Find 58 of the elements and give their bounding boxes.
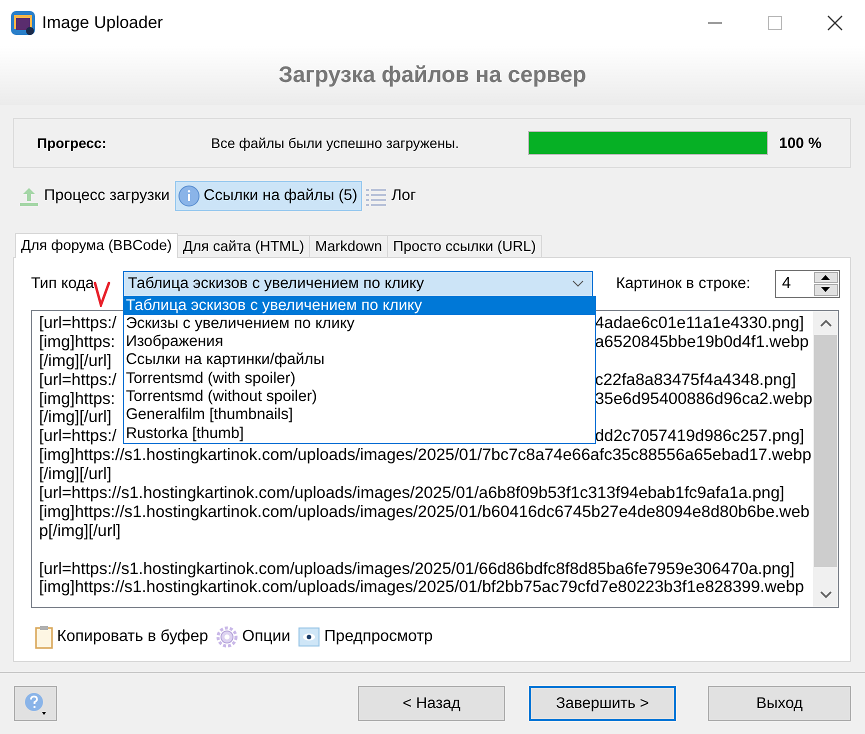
dropdown-option[interactable]: Rustorka [thumb]: [124, 424, 595, 443]
upload-icon: [18, 185, 40, 207]
action-link[interactable]: Копировать в буфер: [35, 625, 208, 649]
per-row-label: Картинок в строке:: [616, 274, 752, 292]
status-message: Все файлы были успешно загружены.: [211, 135, 460, 151]
code-line: [url=https://s1.hostingkartinok.com/uploads/images/2025/01/66d86bdfc8f8d85ba6fe7959e306470a.png]: [39, 560, 794, 578]
code-line: [img]https://s1.hostingkartinok.com/uploads/images/2025/01/7bc7c8a74e66afc35c88556a65ebad17.webp: [39, 446, 812, 466]
code-type-label: Тип кода: [31, 274, 93, 292]
code-line: 4adae6c01e11a1e4330.png]: [595, 314, 804, 333]
scrollbar[interactable]: [813, 311, 838, 607]
chevron-down-icon: [572, 280, 584, 288]
code-line: [url=https:/: [39, 314, 118, 333]
check-mark-icon: [93, 280, 111, 306]
code-line: a6520845bbe19b0d4f1.webp: [595, 332, 809, 352]
format-tab[interactable]: Просто ссылки (URL): [387, 235, 542, 257]
code-line: 35e6d95400886d96ca2.webp: [595, 390, 812, 408]
dropdown-option[interactable]: Изображения: [124, 333, 595, 352]
action-link[interactable]: Опции: [216, 625, 290, 649]
help-icon: [24, 692, 48, 716]
code-line: [url=https:/: [39, 370, 118, 390]
action-link[interactable]: Предпросмотр: [298, 625, 433, 649]
dropdown-option[interactable]: Generalfilm [thumbnails]: [124, 406, 595, 425]
gear-icon: [216, 626, 238, 648]
code-line: [url=https://s1.hostingkartinok.com/uploads/images/2025/01/a6b8f09b53f1c313f94ebab1fc9afa1a.png]: [39, 484, 784, 503]
code-line: [/img][/url]: [39, 465, 112, 484]
chevron-down-icon: [820, 591, 832, 599]
dropdown-option[interactable]: Ссылки на картинки/файлы: [124, 351, 595, 370]
format-tab[interactable]: Для форума (BBCode): [15, 233, 178, 258]
page-title: Загрузка файлов на сервер: [278, 62, 586, 88]
window-title: Image Uploader: [42, 12, 164, 32]
close-icon[interactable]: [827, 14, 843, 30]
info-icon: [178, 185, 200, 207]
code-line: p[/img][/url]: [39, 522, 121, 541]
view-tab[interactable]: Процесс загрузки: [15, 181, 175, 211]
code-line: [img]https://s1.hostingkartinok.com/uploads/images/2025/01/b60416dc6745b27e4de8094e8d80b6be.web: [39, 502, 810, 522]
code-line: [/img][/url]: [39, 408, 112, 428]
code-line: [img]https:: [39, 332, 116, 352]
code-line: [img]https://s1.hostingkartinok.com/uploads/images/2025/01/bf2bb75ac79cfd7e80223b3f1e828399.webp: [39, 578, 804, 598]
dropdown-option[interactable]: Эскизы с увеличением по клику: [124, 314, 595, 334]
code-line: c22fa8a83475f4a4348.png]: [595, 370, 796, 390]
code-line: [/img][/url]: [39, 352, 112, 371]
scrollbar-thumb[interactable]: [814, 335, 837, 567]
code-line: [url=https:/: [39, 427, 118, 446]
view-tab[interactable]: Ссылки на файлы (5): [174, 181, 362, 211]
progress-label: Прогресс:: [37, 135, 108, 151]
format-tab[interactable]: Для сайта (HTML): [176, 235, 310, 257]
code-line: [img]https:: [39, 390, 116, 408]
progress-percent: 100 %: [779, 134, 822, 152]
view-tab[interactable]: Лог: [362, 181, 421, 211]
dropdown-option[interactable]: Torrentsmd (with spoiler): [124, 370, 595, 388]
dropdown-option[interactable]: Torrentsmd (without spoiler): [124, 388, 595, 406]
eye-icon: [298, 627, 320, 647]
code-line: dd2c7057419d986c257.png]: [595, 427, 804, 446]
app-icon: [10, 10, 36, 36]
clipboard-icon: [35, 625, 53, 649]
chevron-up-icon: [820, 319, 832, 327]
dropdown-option[interactable]: Таблица эскизов с увеличением по клику: [124, 296, 595, 315]
code-type-dropdown[interactable]: Таблица эскизов с увеличением по клику: [122, 270, 593, 296]
